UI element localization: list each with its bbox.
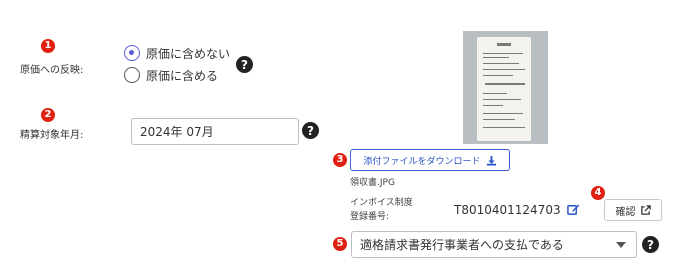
payment-type-selected-value: 適格請求書発行事業者への支払である (360, 238, 564, 252)
download-attachment-button[interactable]: 添付ファイルをダウンロード (350, 149, 510, 171)
radio-include-cost-label: 原価に含める (146, 68, 219, 83)
radio-include-cost-control[interactable] (124, 67, 140, 83)
invoice-label-line1: インボイス制度 (350, 198, 413, 208)
cost-reflection-label: 原価への反映: (20, 65, 84, 76)
settlement-month-label: 精算対象年月: (20, 130, 84, 141)
invoice-registration-label: インボイス制度 登録番号: (350, 196, 413, 224)
edit-icon[interactable] (567, 203, 580, 216)
step-marker-5: 5 (333, 237, 347, 251)
invoice-number-value: T8010401124703 (454, 203, 561, 217)
attachment-file-name: 領収書.JPG (350, 178, 395, 188)
radio-exclude-cost-control[interactable] (124, 45, 140, 61)
settlement-month-input[interactable]: 2024年 07月 (131, 118, 299, 145)
invoice-label-line2: 登録番号: (350, 212, 390, 222)
step-marker-2: 2 (41, 108, 55, 122)
receipt-paper (477, 37, 531, 141)
external-link-icon (640, 204, 651, 215)
step-marker-4: 4 (591, 186, 605, 200)
download-icon (486, 155, 496, 166)
step-marker-1: 1 (41, 39, 55, 53)
payment-type-help-icon[interactable]: ? (642, 236, 659, 253)
cost-reflection-help-icon[interactable]: ? (236, 56, 253, 73)
settlement-month-help-icon[interactable]: ? (302, 122, 319, 139)
step-marker-3: 3 (333, 153, 347, 167)
confirm-invoice-button[interactable]: 確認 (604, 199, 662, 221)
radio-include-cost[interactable]: 原価に含める (124, 66, 218, 84)
radio-exclude-cost[interactable]: 原価に含めない (124, 44, 230, 62)
payment-type-select[interactable]: 適格請求書発行事業者への支払である (351, 231, 637, 258)
chevron-down-icon (616, 242, 626, 248)
confirm-button-label: 確認 (615, 206, 636, 218)
receipt-thumbnail[interactable] (463, 31, 548, 144)
radio-exclude-cost-label: 原価に含めない (146, 46, 231, 61)
invoice-number: T8010401124703 (454, 203, 580, 217)
download-button-label: 添付ファイルをダウンロード (363, 156, 481, 167)
